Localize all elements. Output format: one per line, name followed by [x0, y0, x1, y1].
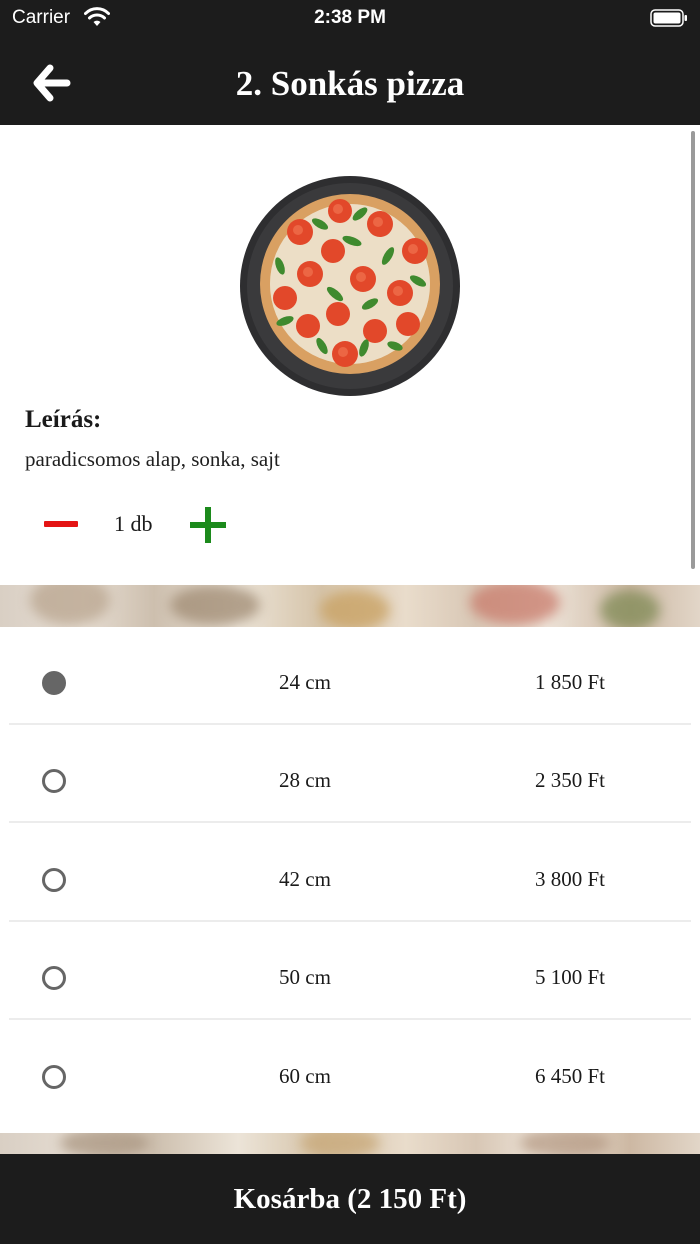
price-label: 2 350 Ft	[534, 768, 605, 792]
price-label: 6 450 Ft	[534, 1064, 605, 1088]
product-details: Leírás: paradicsomos alap, sonka, sajt 1…	[0, 125, 700, 585]
size-label: 42 cm	[279, 867, 331, 891]
radio-button[interactable]	[42, 868, 66, 892]
size-list: 24 cm 1 850 Ft 28 cm 2 350 Ft 42 cm 3 80…	[0, 627, 700, 1133]
size-option-28[interactable]: 28 cm 2 350 Ft	[0, 725, 700, 823]
size-option-50[interactable]: 50 cm 5 100 Ft	[0, 922, 700, 1020]
clock: 2:38 PM	[314, 7, 386, 28]
size-label: 50 cm	[279, 965, 331, 989]
description-text: paradicsomos alap, sonka, sajt	[25, 447, 280, 471]
radio-button[interactable]	[42, 769, 66, 793]
scrollbar[interactable]	[691, 131, 695, 569]
radio-button[interactable]	[42, 966, 66, 990]
price-label: 1 850 Ft	[534, 670, 605, 694]
minus-icon[interactable]	[42, 503, 80, 545]
size-label: 24 cm	[279, 670, 331, 694]
pizza-image	[240, 176, 460, 396]
radio-button[interactable]	[42, 671, 66, 695]
status-bar: Carrier 2:38 PM	[0, 0, 700, 38]
radio-button[interactable]	[42, 1065, 66, 1089]
plus-icon[interactable]	[190, 507, 226, 543]
page-title: 2. Sonkás pizza	[235, 64, 465, 103]
food-background-strip	[0, 1133, 700, 1154]
row-divider	[9, 821, 691, 823]
size-option-24[interactable]: 24 cm 1 850 Ft	[0, 627, 700, 725]
add-to-cart-button[interactable]: Kosárba (2 150 Ft)	[0, 1154, 700, 1244]
food-background-strip	[0, 585, 700, 627]
size-label: 28 cm	[279, 768, 331, 792]
description-heading: Leírás:	[25, 406, 102, 433]
row-divider	[9, 1018, 691, 1020]
battery-icon	[650, 9, 687, 27]
navigation-bar: 2. Sonkás pizza	[0, 38, 700, 125]
size-option-42[interactable]: 42 cm 3 800 Ft	[0, 824, 700, 922]
size-option-60[interactable]: 60 cm 6 450 Ft	[0, 1021, 700, 1119]
price-label: 3 800 Ft	[534, 867, 605, 891]
size-label: 60 cm	[279, 1064, 331, 1088]
quantity-value: 1 db	[114, 511, 153, 536]
price-label: 5 100 Ft	[534, 965, 605, 989]
